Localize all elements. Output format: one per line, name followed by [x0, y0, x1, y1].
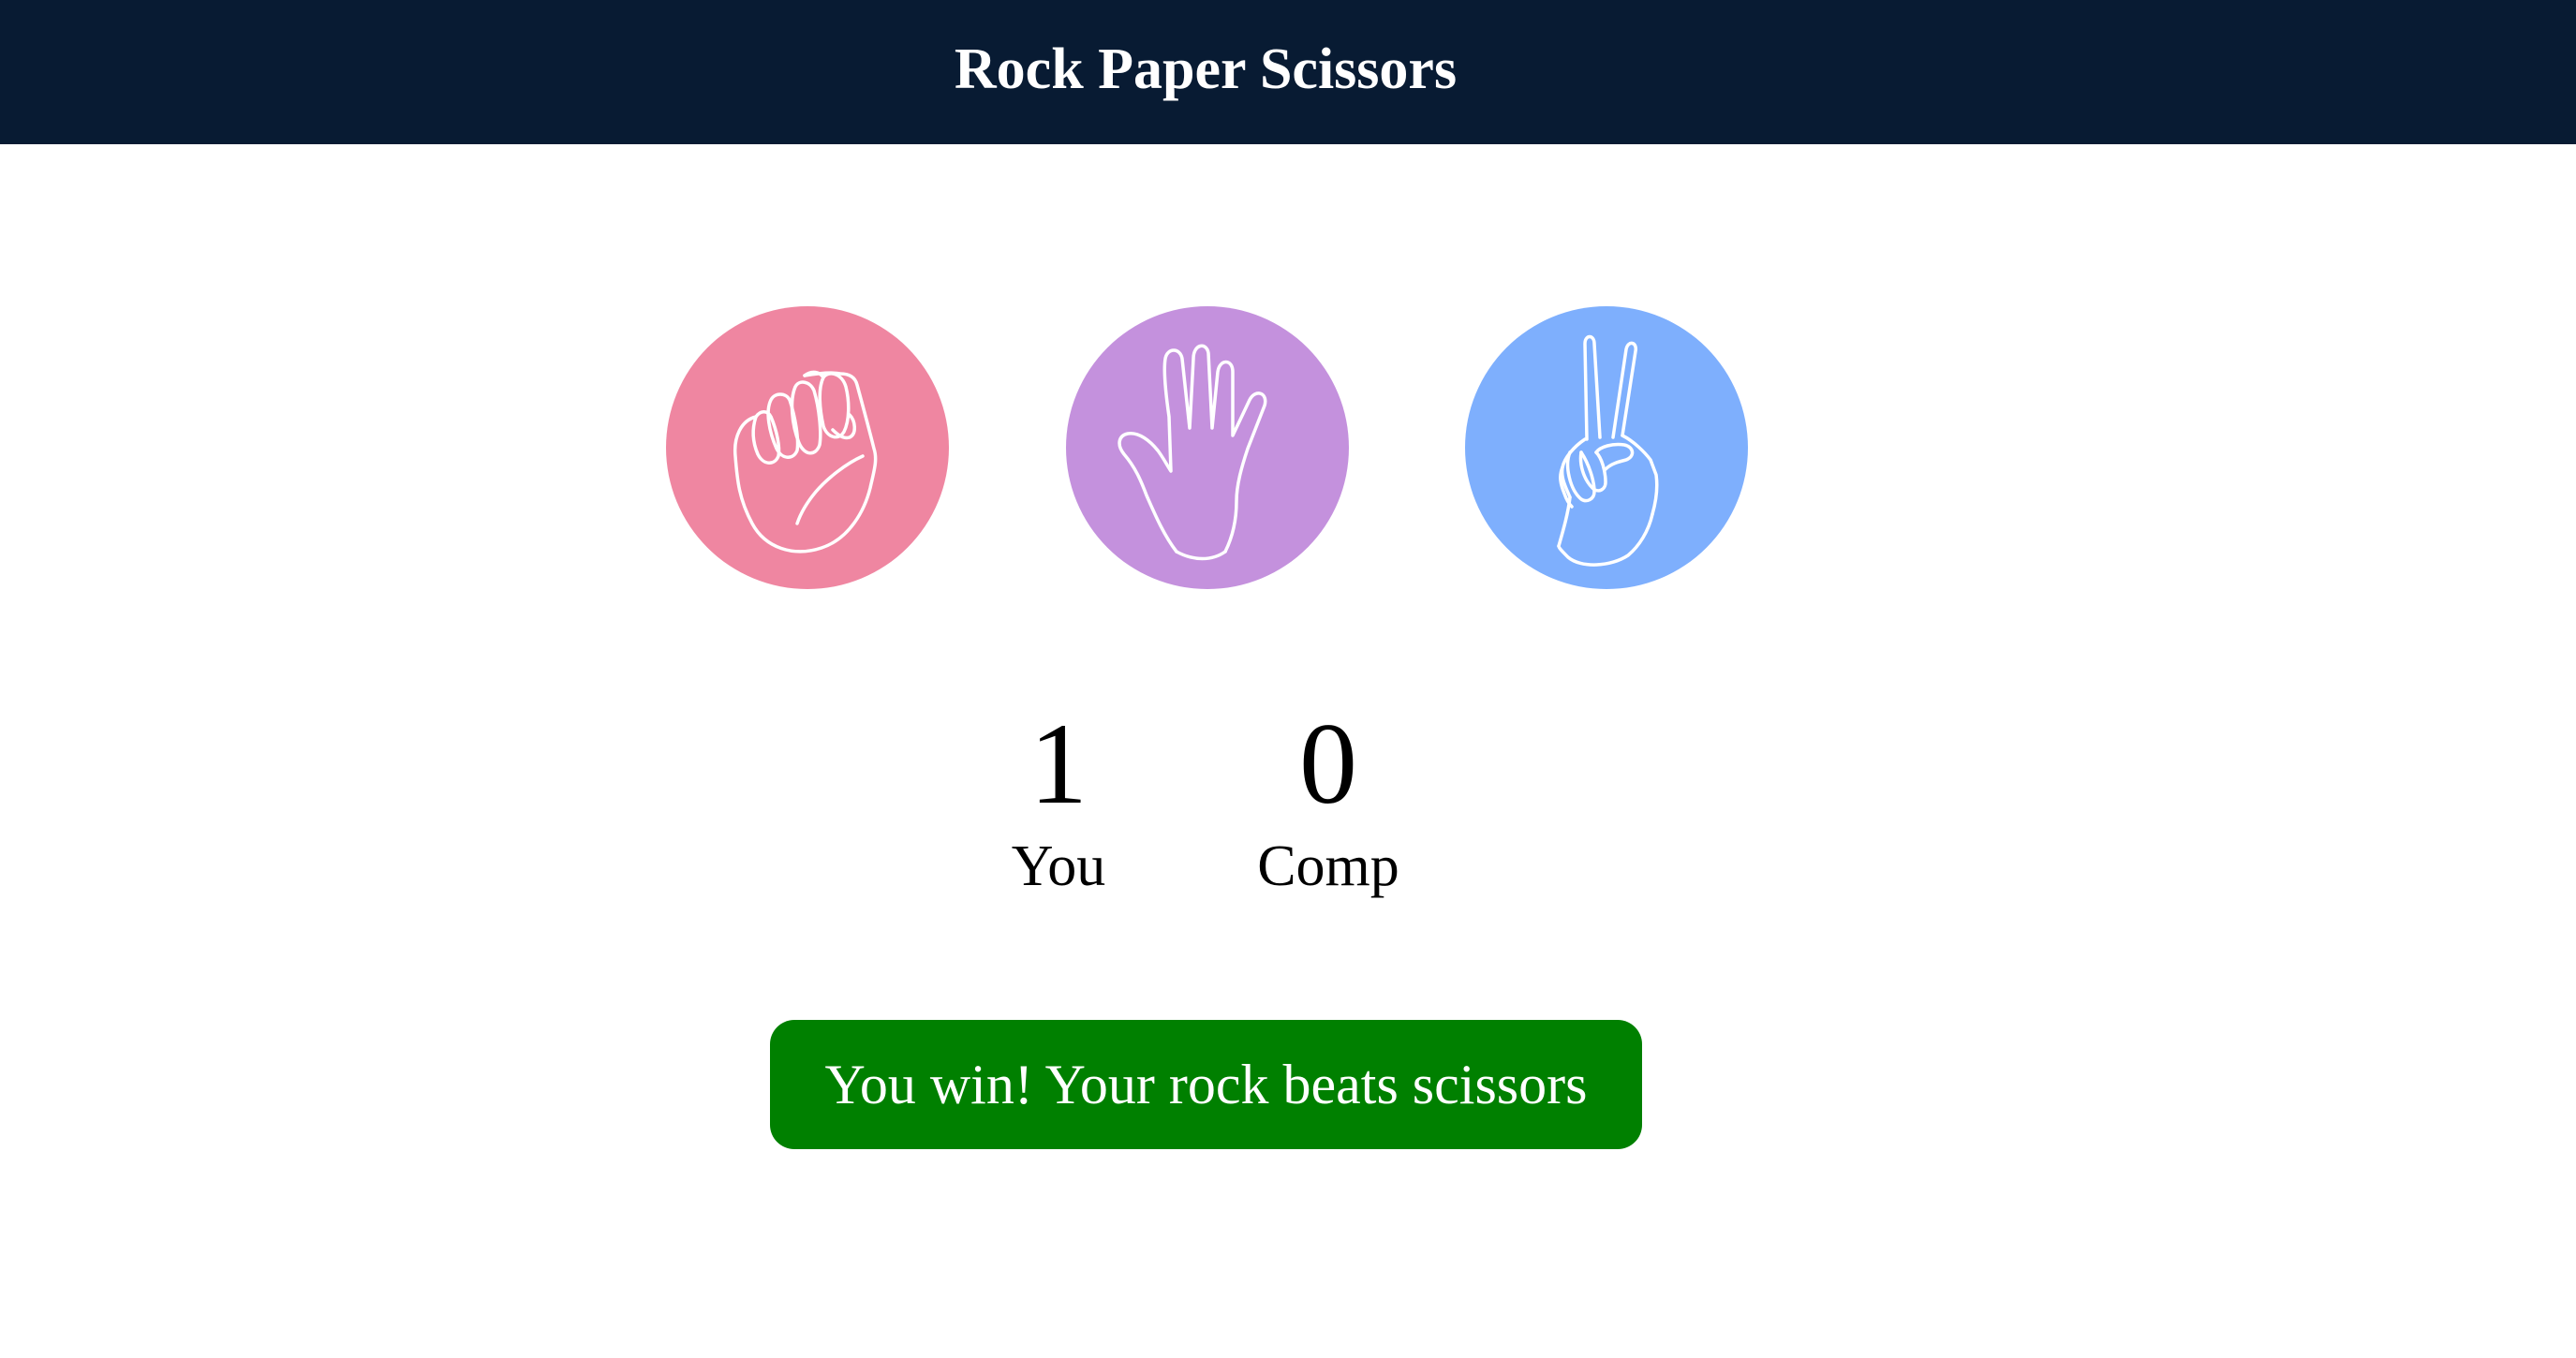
open-hand-icon: [1118, 344, 1267, 561]
header-bar: Rock Paper Scissors: [0, 0, 2576, 144]
comp-score-label: Comp: [1257, 834, 1399, 898]
comp-score-value: 0: [1299, 700, 1357, 828]
paper-choice-button[interactable]: [1066, 306, 1349, 589]
user-score-label: You: [1011, 834, 1106, 898]
rock-choice-button[interactable]: [666, 306, 949, 589]
fist-icon: [733, 370, 878, 554]
user-score-value: 1: [1029, 700, 1088, 828]
result-message: You win! Your rock beats scissors: [770, 1020, 1642, 1149]
scissors-choice-button[interactable]: [1465, 306, 1748, 589]
page-title: Rock Paper Scissors: [954, 37, 1458, 101]
peace-sign-icon: [1557, 334, 1659, 567]
